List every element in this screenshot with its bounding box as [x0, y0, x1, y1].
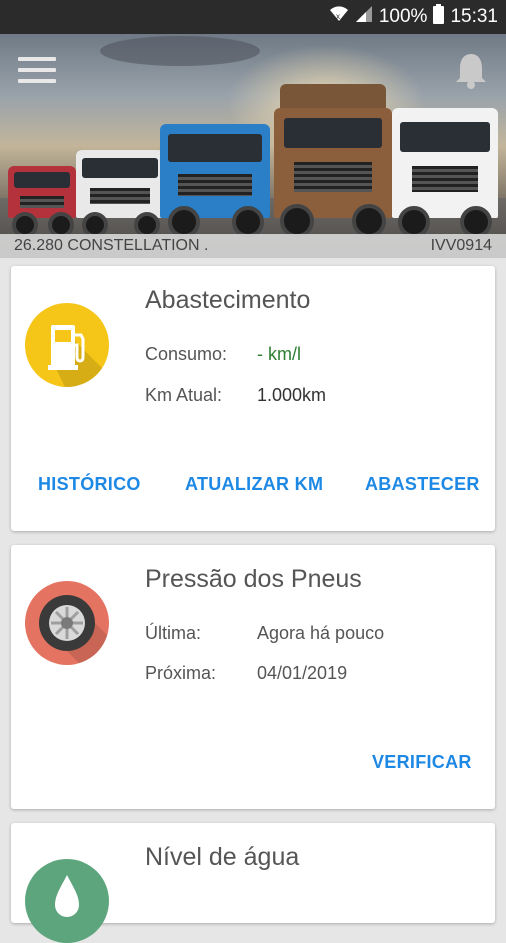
clock: 15:31: [450, 6, 498, 27]
truck-red-image: [8, 166, 76, 238]
bell-icon[interactable]: [454, 52, 488, 90]
vehicle-plate: IVV0914: [430, 237, 492, 254]
battery-percent: 100%: [378, 6, 428, 27]
consumption-label: Consumo:: [145, 344, 228, 364]
water-drop-icon: [25, 859, 109, 943]
consumption-value: - km/l: [257, 344, 301, 364]
update-km-button[interactable]: ATUALIZAR KM: [185, 474, 323, 495]
battery-icon: [433, 4, 445, 30]
last-check-value: Agora há pouco: [257, 623, 385, 643]
fuel-card: Abastecimento Consumo: - km/l Km Atual: …: [11, 266, 495, 531]
next-check-value: 04/01/2019: [257, 663, 348, 683]
card-title: Pressão dos Pneus: [145, 565, 362, 593]
truck-white-image: [76, 150, 164, 238]
history-button[interactable]: HISTÓRICO: [38, 474, 141, 495]
truck-brown-image: [274, 84, 392, 238]
status-bar: x 100% 15:31: [0, 0, 506, 34]
water-level-card: Nível de água: [11, 823, 495, 943]
truck-white-man-image: [392, 108, 498, 238]
truck-blue-image: [160, 124, 270, 238]
current-km-label: Km Atual:: [145, 385, 223, 405]
cloud-decoration: [100, 36, 260, 66]
signal-icon: [355, 5, 373, 29]
wifi-icon: x: [329, 5, 349, 29]
refuel-button[interactable]: ABASTECER: [365, 474, 480, 495]
next-check-label: Próxima:: [145, 663, 217, 683]
current-km-value: 1.000km: [257, 385, 327, 405]
check-button[interactable]: VERIFICAR: [372, 752, 472, 773]
tire-icon: [25, 581, 109, 665]
header-banner: [0, 34, 506, 258]
card-title: Nível de água: [145, 843, 300, 871]
last-check-label: Última:: [145, 623, 202, 643]
vehicle-info-bar: 26.280 CONSTELLATION . IVV0914: [0, 234, 506, 258]
tire-pressure-card: Pressão dos Pneus Última: Agora há pouco…: [11, 545, 495, 809]
vehicle-model: 26.280 CONSTELLATION .: [14, 237, 209, 254]
svg-text:x: x: [336, 12, 340, 21]
fuel-pump-icon: [25, 303, 109, 387]
card-title: Abastecimento: [145, 286, 311, 314]
menu-icon[interactable]: [18, 57, 56, 85]
